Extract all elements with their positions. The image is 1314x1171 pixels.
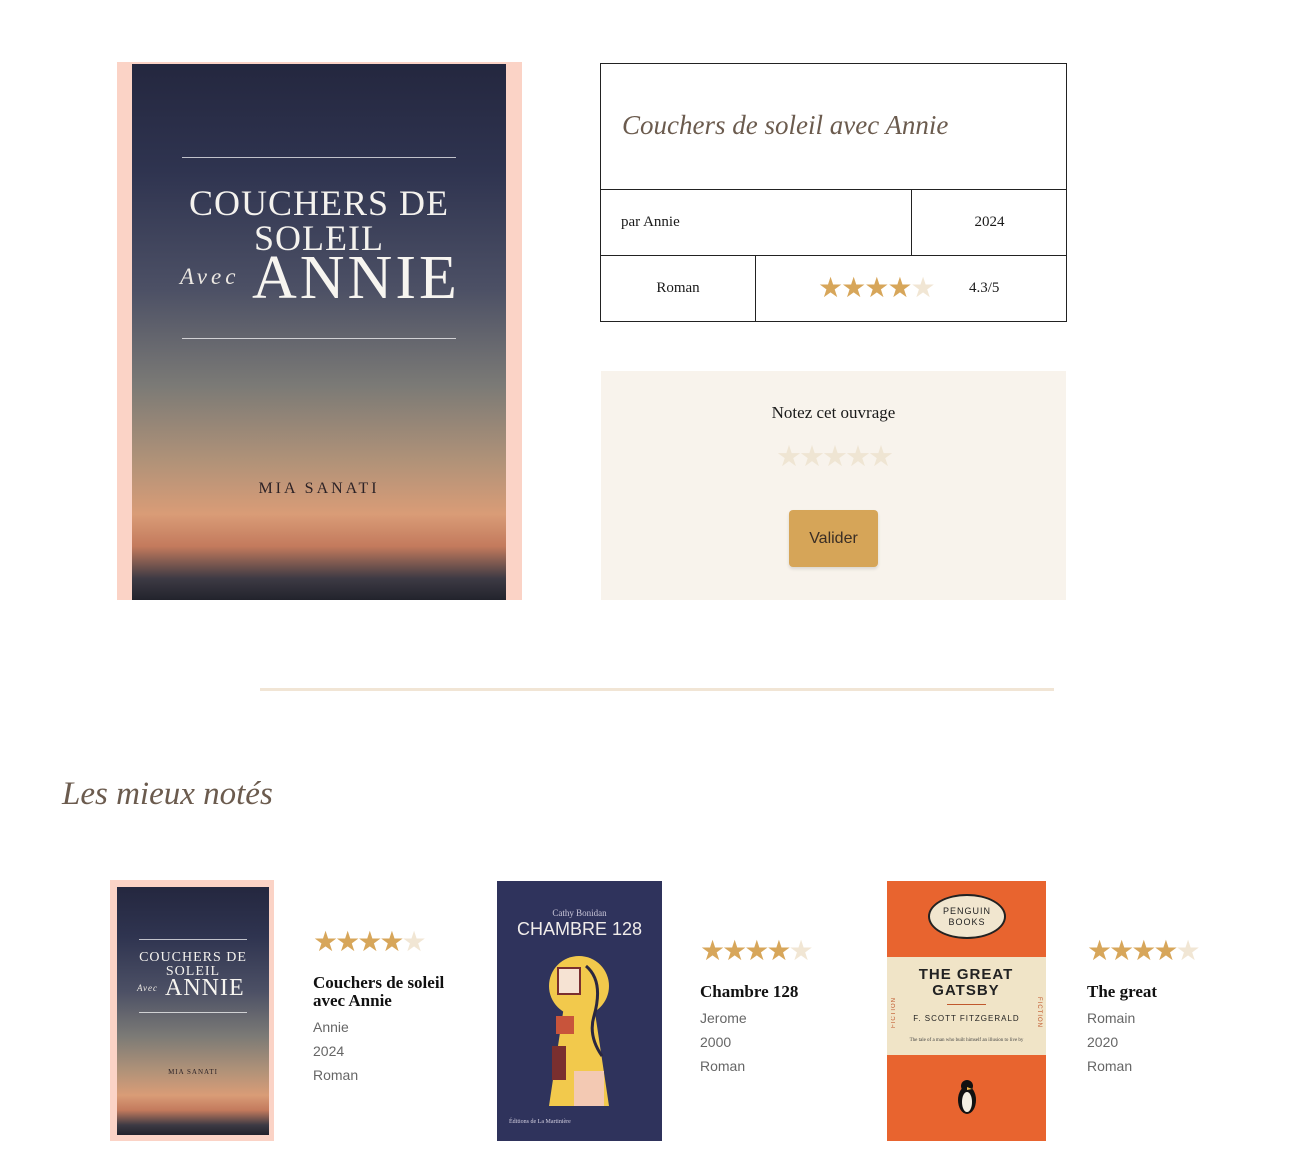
star-empty-icon: ★ [910, 273, 935, 304]
star-filled-icon: ★ [1109, 936, 1134, 967]
card-year: 2000 [700, 1034, 732, 1050]
card-title[interactable]: Couchers de soleil avec Annie [313, 974, 453, 1010]
penguin-icon [958, 1080, 976, 1114]
star-filled-icon: ★ [841, 273, 866, 304]
card-title[interactable]: The great [1087, 983, 1237, 1001]
cover-tagline: The tale of a man who built himself an i… [909, 1038, 1024, 1043]
star-filled-icon: ★ [1153, 936, 1178, 967]
card-author: Jerome [700, 1010, 747, 1026]
penguin-books-logo: PENGUIN BOOKS [928, 894, 1006, 939]
book-title: Couchers de soleil avec Annie [622, 110, 949, 140]
book-genre: Roman [656, 280, 700, 296]
star-filled-icon: ★ [766, 936, 791, 967]
star-filled-icon: ★ [744, 936, 769, 967]
card-genre: Roman [700, 1058, 746, 1074]
book-title-cell: Couchers de soleil avec Annie [601, 64, 1066, 190]
book-author: par Annie [621, 214, 680, 230]
rate-stars-input[interactable]: ★★★★★ [601, 439, 1066, 474]
cover-art: COUCHERS DE SOLEIL Avec ANNIE MIA SANATI [117, 887, 269, 1135]
star-icon[interactable]: ★ [868, 441, 894, 473]
star-empty-icon: ★ [401, 927, 426, 958]
cover-rule-top [139, 939, 247, 940]
publisher-name: PENGUIN BOOKS [942, 906, 991, 927]
cover-author: MIA SANATI [258, 480, 380, 497]
cover-rule [947, 1004, 986, 1005]
star-filled-icon: ★ [357, 927, 382, 958]
book-year: 2024 [974, 214, 1005, 230]
star-empty-icon: ★ [788, 936, 813, 967]
book-genre-row: Roman ★★★★★ 4.3/5 [601, 256, 1066, 322]
cover-annie: ANNIE [252, 244, 460, 312]
star-icon[interactable]: ★ [776, 441, 802, 473]
section-title: Les mieux notés [62, 776, 273, 812]
star-filled-icon: ★ [379, 927, 404, 958]
cover-title: THE GREAT GATSBY [918, 966, 1014, 999]
rating-score: 4.3/5 [969, 280, 1000, 296]
cover-side-label: FICTION [891, 997, 897, 1028]
section-divider [260, 688, 1054, 691]
card-year: 2020 [1087, 1034, 1119, 1050]
book-thumb-1[interactable]: COUCHERS DE SOLEIL Avec ANNIE MIA SANATI [110, 880, 274, 1141]
cover-avec: Avec [137, 983, 158, 993]
card-rating-stars: ★★★★★ [700, 936, 814, 967]
cover-art: COUCHERS DE SOLEIL Avec ANNIE MIA SANATI [132, 64, 506, 600]
cover-band: THE GREAT GATSBY F. SCOTT FITZGERALD The… [887, 957, 1046, 1055]
card-genre: Roman [313, 1067, 359, 1083]
card-rating-stars: ★★★★★ [313, 927, 427, 958]
star-filled-icon: ★ [700, 936, 725, 967]
star-filled-icon: ★ [335, 927, 360, 958]
star-icon[interactable]: ★ [799, 441, 825, 473]
publisher-logo: Éditions de La Martinière [509, 1119, 571, 1125]
book-author-row: par Annie 2024 [601, 190, 1066, 256]
card-title[interactable]: Chambre 128 [700, 983, 850, 1001]
star-empty-icon: ★ [1175, 936, 1200, 967]
star-filled-icon: ★ [1087, 936, 1112, 967]
cover-rule-top [182, 157, 456, 158]
card-author: Annie [313, 1019, 349, 1035]
star-filled-icon: ★ [313, 927, 338, 958]
cell-divider [755, 256, 756, 322]
card-rating-stars: ★★★★★ [1087, 936, 1201, 967]
keyhole-illustration [549, 956, 609, 1106]
card-genre: Roman [1087, 1058, 1133, 1074]
star-icon[interactable]: ★ [822, 441, 848, 473]
cover-author: Cathy Bonidan [552, 908, 607, 918]
cover-annie: ANNIE [165, 975, 245, 1001]
rate-panel: Notez cet ouvrage ★★★★★ Valider [601, 371, 1066, 600]
star-filled-icon: ★ [722, 936, 747, 967]
star-filled-icon: ★ [864, 273, 889, 304]
rating-stars: ★★★★★ [818, 273, 936, 304]
cover-avec: Avec [180, 264, 240, 289]
star-filled-icon: ★ [818, 273, 843, 304]
book-thumb-2[interactable]: Cathy Bonidan CHAMBRE 128 Éditions de La… [497, 881, 662, 1141]
cover-title: CHAMBRE 128 [516, 919, 643, 939]
card-year: 2024 [313, 1043, 345, 1059]
cover-rule-bottom [182, 338, 456, 339]
card-author: Romain [1087, 1010, 1136, 1026]
book-thumb-3[interactable]: PENGUIN BOOKS THE GREAT GATSBY F. SCOTT … [887, 881, 1046, 1141]
cover-author: F. SCOTT FITZGERALD [913, 1014, 1020, 1023]
book-info-table: Couchers de soleil avec Annie par Annie … [600, 63, 1067, 322]
star-filled-icon: ★ [887, 273, 912, 304]
cover-author: MIA SANATI [168, 1068, 218, 1076]
star-icon[interactable]: ★ [845, 441, 871, 473]
cover-rule-bottom [139, 1012, 247, 1013]
rate-label: Notez cet ouvrage [771, 403, 896, 422]
cover-side-label: FICTION [1036, 997, 1042, 1028]
submit-rating-button[interactable]: Valider [789, 510, 878, 567]
star-filled-icon: ★ [1131, 936, 1156, 967]
book-cover: COUCHERS DE SOLEIL Avec ANNIE MIA SANATI [117, 62, 522, 600]
